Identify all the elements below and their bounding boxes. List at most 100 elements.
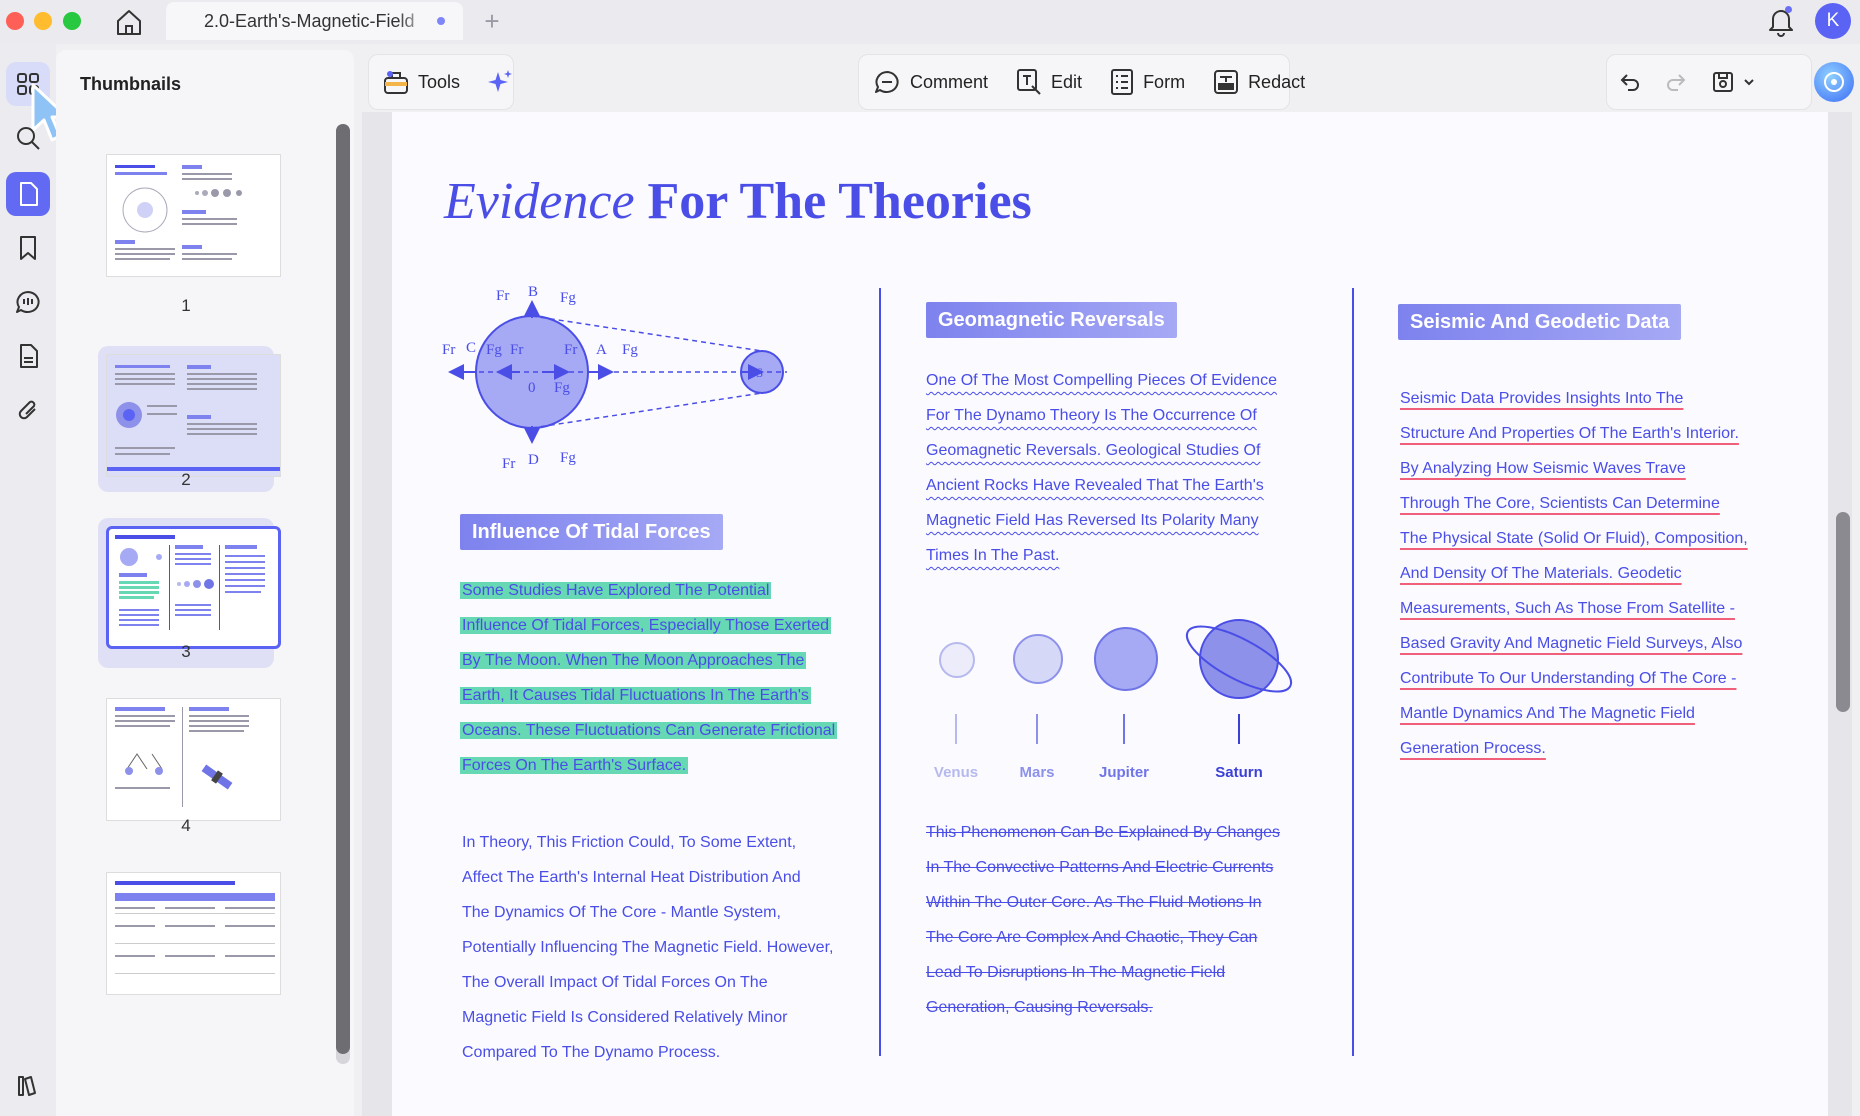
form-icon	[1111, 69, 1134, 95]
column-divider	[1352, 288, 1354, 1056]
highlighted-line: Earth, It Causes Tidal Fluctuations In T…	[460, 687, 811, 704]
planet-label-jupiter: Jupiter	[1098, 764, 1149, 781]
saturn-planet	[1199, 619, 1279, 699]
planet-label-mars: Mars	[1019, 764, 1055, 781]
document-tab-title: 2.0-Earth's-Magnetic-Field	[204, 10, 415, 31]
thumbnail-image	[106, 154, 281, 277]
body-line: Affect The Earth's Internal Heat Distrib…	[462, 869, 801, 886]
attachments-doc-button[interactable]	[6, 334, 50, 378]
home-icon[interactable]	[112, 5, 146, 39]
notification-dot-icon	[1785, 6, 1792, 13]
main-toolbar: Tools Comment Edit Form Redact	[362, 50, 1854, 112]
form-button[interactable]: Form	[1096, 60, 1199, 104]
underlined-line: Through The Core, Scientists Can Determi…	[1400, 495, 1720, 512]
zoom-window-button[interactable]	[63, 12, 81, 30]
comment-button[interactable]: Comment	[859, 60, 1002, 104]
redact-button[interactable]: Redact	[1199, 60, 1319, 104]
diagram-label: Fr	[510, 342, 523, 358]
thumbnail-image	[106, 354, 281, 477]
underlined-line: Generation Process.	[1400, 740, 1546, 757]
bookmark-icon	[20, 236, 36, 260]
save-button[interactable]	[1699, 60, 1737, 104]
bookmarks-button[interactable]	[6, 226, 50, 270]
strikethrough-line: The Core Are Complex And Chaotic, They C…	[926, 929, 1258, 946]
edit-modes-group: Comment Edit Form Redact	[858, 54, 1305, 110]
highlighted-line: Influence Of Tidal Forces, Especially Th…	[460, 617, 831, 634]
thumbnails-scrollbar[interactable]	[336, 124, 350, 1054]
document-tab[interactable]: 2.0-Earth's-Magnetic-Field	[166, 2, 463, 40]
wavy-underlined-line: One Of The Most Compelling Pieces Of Evi…	[926, 372, 1277, 389]
tools-label: Tools	[418, 71, 461, 92]
thumbnail-page-1[interactable]	[98, 146, 281, 296]
unsaved-dot-icon	[437, 17, 445, 25]
underlined-line: And Density Of The Materials. Geodetic	[1400, 565, 1682, 582]
ai-assistant-orb-button[interactable]	[1814, 62, 1854, 102]
diagram-label: Fr	[496, 288, 509, 304]
underlined-line: Seismic Data Provides Insights Into The	[1400, 390, 1684, 407]
wavy-underlined-line: Geomagnetic Reversals. Geological Studie…	[926, 442, 1261, 459]
strikethrough-line: Within The Outer Core. As The Fluid Moti…	[926, 894, 1262, 911]
diagram-label: Fr	[442, 342, 455, 358]
body-line: In Theory, This Friction Could, To Some …	[462, 834, 797, 851]
wavy-underlined-line: Times In The Past.	[926, 547, 1060, 564]
ai-orb-icon	[1824, 72, 1844, 92]
tools-group: Tools	[368, 54, 514, 110]
redact-label: Redact	[1248, 71, 1306, 92]
search-icon	[17, 127, 40, 150]
redo-button[interactable]	[1653, 60, 1699, 104]
title-bar: 2.0-Earth's-Magnetic-Field + K	[0, 0, 1860, 44]
tidal-force-diagram: Fr B Fg Fr C Fg Fr 0 Fg Fr A Fg Fr D Fg …	[442, 284, 787, 472]
pages-button[interactable]	[6, 172, 50, 216]
thumbnail-image	[106, 526, 281, 649]
document-scrollbar[interactable]	[1836, 512, 1850, 712]
highlighted-line: Forces On The Earth's Surface.	[460, 757, 689, 774]
save-options-dropdown[interactable]	[1737, 60, 1761, 104]
diagram-label: D	[528, 452, 539, 468]
underlined-line: Measurements, Such As Those From Satelli…	[1400, 600, 1735, 617]
ai-assistant-button[interactable]	[474, 60, 526, 104]
underlined-line: The Physical State (Solid Or Fluid), Com…	[1400, 530, 1748, 547]
toolbox-icon	[384, 71, 408, 94]
underlined-line: Based Gravity And Magnetic Field Surveys…	[1400, 635, 1743, 652]
attachments-button[interactable]	[6, 388, 50, 432]
close-window-button[interactable]	[6, 12, 24, 30]
page-icon	[20, 182, 38, 206]
edit-button[interactable]: Edit	[1002, 60, 1096, 104]
user-avatar[interactable]: K	[1815, 3, 1851, 39]
wavy-underlined-line: Magnetic Field Has Reversed Its Polarity…	[926, 512, 1259, 529]
thumbnail-number: 2	[181, 470, 191, 489]
search-button[interactable]	[6, 116, 50, 160]
title-italic: Evidence	[444, 173, 635, 230]
thumbnail-number: 3	[181, 642, 191, 661]
comments-button[interactable]	[6, 280, 50, 324]
paperclip-icon	[18, 400, 36, 420]
undo-button[interactable]	[1607, 60, 1653, 104]
tools-button[interactable]: Tools	[369, 60, 474, 104]
thumbnail-page-5[interactable]	[98, 864, 281, 1014]
new-tab-button[interactable]: +	[478, 6, 506, 36]
strikethrough-line: In The Convective Patterns And Electric …	[926, 859, 1274, 876]
diagram-label: S	[756, 365, 763, 380]
body-line: The Dynamics Of The Core - Mantle System…	[462, 904, 781, 921]
comment-list-icon	[16, 291, 40, 313]
wavy-underlined-line: For The Dynamo Theory Is The Occurrence …	[926, 407, 1257, 424]
undo-icon	[1620, 74, 1639, 91]
sparkle-icon	[488, 70, 513, 92]
thumbnail-number: 4	[181, 816, 191, 835]
geomagnetic-reversals-heading: Geomagnetic Reversals	[926, 302, 1177, 338]
edit-label: Edit	[1051, 71, 1083, 92]
underlined-line: By Analyzing How Seismic Waves Trave	[1400, 460, 1686, 477]
diagram-label: Fg	[486, 342, 502, 358]
underlined-line: Mantle Dynamics And The Magnetic Field	[1400, 705, 1695, 722]
minimize-window-button[interactable]	[34, 12, 52, 30]
planet-label-venus: Venus	[933, 764, 979, 781]
layers-icon	[18, 1076, 36, 1096]
diagram-label: Fr	[502, 456, 515, 472]
layers-button[interactable]	[6, 1064, 50, 1108]
edit-text-icon	[1017, 69, 1041, 95]
body-line: Magnetic Field Is Considered Relatively …	[462, 1009, 788, 1026]
planets-illustration	[939, 619, 1293, 744]
comment-label: Comment	[910, 71, 989, 92]
redact-icon	[1214, 70, 1239, 94]
tidal-forces-heading: Influence Of Tidal Forces	[460, 514, 723, 550]
